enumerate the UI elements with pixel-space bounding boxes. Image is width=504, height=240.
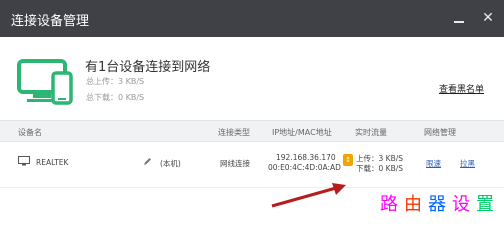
watermark-char: 设 [452,194,476,215]
total-download: 总下载：0 KB/S [86,93,145,102]
traffic-icon: ↕ [343,154,353,166]
header-realtime-traffic: 实时流量 [355,128,387,137]
close-icon[interactable]: ✕ [480,10,496,26]
block-device-link[interactable]: 拉黑 [460,158,475,169]
window-title: 连接设备管理 [11,14,90,29]
row-download: 下载：0 KB/S [356,164,404,173]
header-network-management: 网络管理 [424,128,456,137]
devices-illustration-icon [17,59,73,105]
view-blacklist-link[interactable]: 查看黑名单 [439,82,484,95]
edit-pencil-icon[interactable] [143,157,152,166]
monitor-icon [18,156,30,166]
total-upload: 总上传：3 KB/S [86,77,145,86]
watermark-char: 路 [380,194,404,215]
connected-count-title: 有1台设备连接到网络 [85,60,211,75]
header-ip-mac: IP地址/MAC地址 [272,128,332,137]
header-device-name: 设备名 [18,128,42,137]
ip-address: 192.168.36.170 [276,153,336,162]
mac-address: 00:E0:4C:4D:0A:AD [268,163,341,172]
limit-speed-link[interactable]: 限速 [426,158,441,169]
watermark-char: 器 [428,194,452,215]
watermark: 路由器设置 [380,190,500,216]
annotation-arrow-icon [271,183,346,208]
watermark-char: 置 [476,194,500,215]
title-bar: 连接设备管理 ✕ [0,0,504,37]
watermark-char: 由 [404,194,428,215]
table-header: 设备名 连接类型 IP地址/MAC地址 实时流量 网络管理 [0,120,504,142]
device-name: REALTEK [36,158,69,167]
this-device-tag: (本机) [160,159,181,168]
minimize-icon[interactable] [452,12,466,26]
connection-type: 网线连接 [220,159,250,168]
header-connection-type: 连接类型 [218,128,250,137]
